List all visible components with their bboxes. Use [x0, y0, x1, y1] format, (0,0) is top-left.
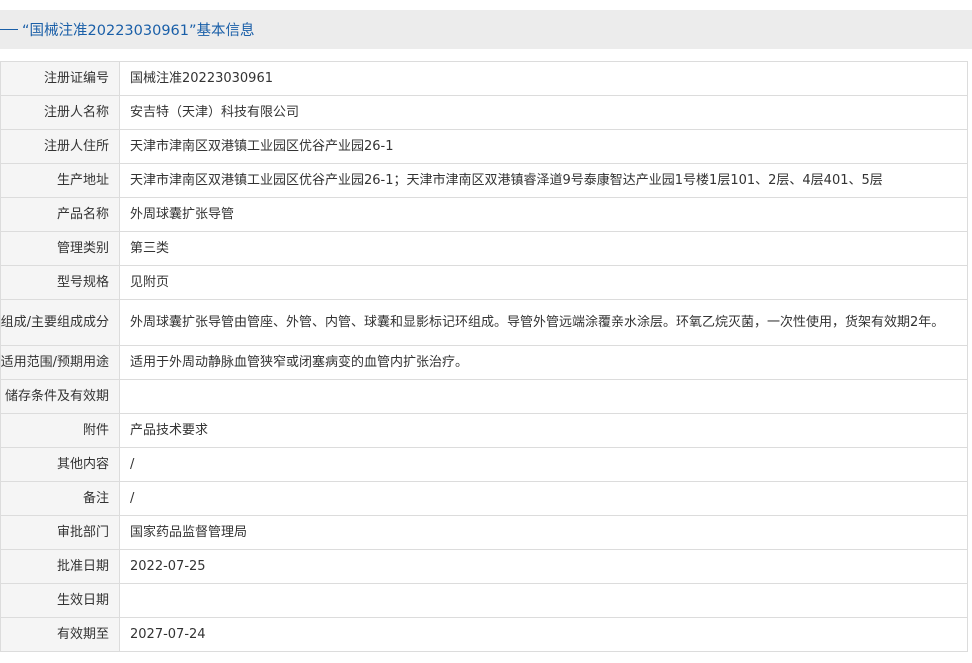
table-row: 有效期至 2027-07-24 — [0, 617, 968, 652]
table-row: 管理类别 第三类 — [0, 231, 968, 266]
row-label: 附件 — [0, 413, 120, 448]
table-row: 备注 / — [0, 481, 968, 516]
section-title: “国械注准20223030961”基本信息 — [22, 23, 255, 39]
row-value: / — [119, 447, 968, 482]
row-label: 注册证编号 — [0, 61, 120, 96]
row-label: 生产地址 — [0, 163, 120, 198]
registration-info-page: “国械注准20223030961”基本信息 注册证编号 国械注准20223030… — [0, 0, 972, 663]
table-row: 注册人名称 安吉特（天津）科技有限公司 — [0, 95, 968, 130]
table-row: 型号规格 见附页 — [0, 265, 968, 300]
row-label: 备注 — [0, 481, 120, 516]
registration-info-table: 注册证编号 国械注准20223030961 注册人名称 安吉特（天津）科技有限公… — [0, 61, 968, 652]
row-value: 天津市津南区双港镇工业园区优谷产业园26-1 — [119, 129, 968, 164]
table-row: 附件 产品技术要求 — [0, 413, 968, 448]
row-value: 外周球囊扩张导管由管座、外管、内管、球囊和显影标记环组成。导管外管远端涂覆亲水涂… — [119, 299, 968, 346]
row-value: 产品技术要求 — [119, 413, 968, 448]
row-label: 储存条件及有效期 — [0, 379, 120, 414]
row-value: 2022-07-25 — [119, 549, 968, 584]
row-value: 见附页 — [119, 265, 968, 300]
row-label: 有效期至 — [0, 617, 120, 652]
row-value: 2027-07-24 — [119, 617, 968, 652]
row-label: 组成/主要组成成分 — [0, 299, 120, 346]
row-value: 适用于外周动静脉血管狭窄或闭塞病变的血管内扩张治疗。 — [119, 345, 968, 380]
row-value: 安吉特（天津）科技有限公司 — [119, 95, 968, 130]
row-label: 型号规格 — [0, 265, 120, 300]
table-row: 生产地址 天津市津南区双港镇工业园区优谷产业园26-1；天津市津南区双港镇睿泽道… — [0, 163, 968, 198]
row-value: 天津市津南区双港镇工业园区优谷产业园26-1；天津市津南区双港镇睿泽道9号泰康智… — [119, 163, 968, 198]
table-row: 其他内容 / — [0, 447, 968, 482]
row-label: 审批部门 — [0, 515, 120, 550]
table-row: 生效日期 — [0, 583, 968, 618]
header-dash-line — [0, 29, 18, 30]
row-value: 外周球囊扩张导管 — [119, 197, 968, 232]
table-row: 审批部门 国家药品监督管理局 — [0, 515, 968, 550]
table-row: 注册证编号 国械注准20223030961 — [0, 61, 968, 96]
row-label: 适用范围/预期用途 — [0, 345, 120, 380]
row-value: 国家药品监督管理局 — [119, 515, 968, 550]
row-value — [119, 583, 968, 618]
row-label: 注册人住所 — [0, 129, 120, 164]
row-label: 生效日期 — [0, 583, 120, 618]
table-row: 批准日期 2022-07-25 — [0, 549, 968, 584]
row-label: 管理类别 — [0, 231, 120, 266]
row-label: 注册人名称 — [0, 95, 120, 130]
table-row: 注册人住所 天津市津南区双港镇工业园区优谷产业园26-1 — [0, 129, 968, 164]
table-row: 组成/主要组成成分 外周球囊扩张导管由管座、外管、内管、球囊和显影标记环组成。导… — [0, 299, 968, 346]
table-row: 储存条件及有效期 — [0, 379, 968, 414]
row-value — [119, 379, 968, 414]
row-label: 批准日期 — [0, 549, 120, 584]
row-value: / — [119, 481, 968, 516]
section-header: “国械注准20223030961”基本信息 — [0, 10, 972, 49]
table-row: 产品名称 外周球囊扩张导管 — [0, 197, 968, 232]
row-label: 其他内容 — [0, 447, 120, 482]
table-row: 适用范围/预期用途 适用于外周动静脉血管狭窄或闭塞病变的血管内扩张治疗。 — [0, 345, 968, 380]
row-value: 第三类 — [119, 231, 968, 266]
row-label: 产品名称 — [0, 197, 120, 232]
row-value: 国械注准20223030961 — [119, 61, 968, 96]
